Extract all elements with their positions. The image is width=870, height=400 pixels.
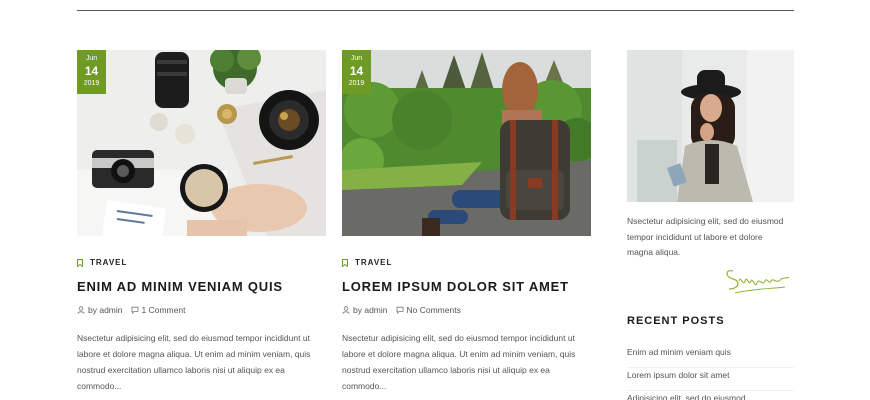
post-excerpt: Nsectetur adipisicing elit, sed do eiusm… (77, 330, 326, 394)
user-icon (77, 306, 85, 314)
excerpt-line: nostrud exercitation ullamco laboris nis… (77, 365, 285, 375)
date-month: Jun (350, 55, 363, 62)
woman-hat-image (627, 50, 794, 202)
date-day: 14 (349, 64, 364, 78)
coffee-camera-image (77, 50, 326, 236)
blog-post-card: Jun 14 2019 TRAVEL LOREM IPSUM DOLOR SIT… (342, 50, 591, 394)
post-excerpt: Nsectetur adipisicing elit, sed do eiusm… (342, 330, 591, 394)
hiker-backpack-image (342, 50, 591, 236)
excerpt-line: Nsectetur adipisicing elit, sed do eiusm… (342, 333, 575, 343)
bookmark-icon (77, 258, 83, 267)
about-author-photo (627, 50, 794, 202)
comment-icon (131, 306, 138, 314)
recent-posts-title: RECENT POSTS (627, 314, 725, 327)
signature (627, 263, 794, 297)
bookmark-icon (342, 258, 348, 267)
post-thumbnail-coffee-camera[interactable]: Jun 14 2019 (77, 50, 326, 236)
post-category[interactable]: TRAVEL (77, 258, 326, 267)
excerpt-line: labore et dolore magna aliqua. Ut enim a… (77, 349, 311, 359)
excerpt-line: commodo... (77, 381, 122, 391)
about-line: Nsectetur adipisicing elit, sed do eiusm… (627, 216, 784, 226)
post-thumbnail-hiker[interactable]: Jun 14 2019 (342, 50, 591, 236)
excerpt-line: Nsectetur adipisicing elit, sed do eiusm… (77, 333, 310, 343)
excerpt-line: nostrud exercitation ullamco laboris nis… (342, 365, 550, 375)
comment-icon (396, 306, 403, 314)
post-title[interactable]: LOREM IPSUM DOLOR SIT AMET (342, 279, 591, 294)
category-label: TRAVEL (90, 258, 128, 267)
post-category[interactable]: TRAVEL (342, 258, 591, 267)
post-author-link[interactable]: by admin (88, 305, 123, 315)
post-meta: by admin 1 Comment (77, 305, 326, 315)
recent-post-link[interactable]: Lorem ipsum dolor sit amet (627, 368, 794, 391)
signature-image (726, 269, 790, 293)
header-divider (77, 10, 794, 11)
excerpt-line: labore et dolore magna aliqua. Ut enim a… (342, 349, 576, 359)
post-comments-link[interactable]: No Comments (407, 305, 461, 315)
recent-post-link[interactable]: Enim ad minim veniam quis (627, 345, 794, 368)
about-text: Nsectetur adipisicing elit, sed do eiusm… (627, 214, 794, 261)
sidebar: Nsectetur adipisicing elit, sed do eiusm… (627, 50, 794, 400)
date-day: 14 (84, 64, 99, 78)
blog-post-card: Jun 14 2019 TRAVEL ENIM AD MINIM VENIAM … (77, 50, 326, 394)
post-title[interactable]: ENIM AD MINIM VENIAM QUIS (77, 279, 326, 294)
date-month: Jun (85, 55, 98, 62)
date-year: 2019 (83, 80, 100, 87)
post-meta: by admin No Comments (342, 305, 591, 315)
category-label: TRAVEL (355, 258, 393, 267)
about-line: tempor incididunt ut labore et dolore (627, 231, 763, 242)
post-date-badge: Jun 14 2019 (77, 50, 106, 94)
recent-posts-list: Enim ad minim veniam quis Lorem ipsum do… (627, 345, 794, 400)
post-author-link[interactable]: by admin (353, 305, 388, 315)
user-icon (342, 306, 350, 314)
date-year: 2019 (348, 80, 365, 87)
post-comments-link[interactable]: 1 Comment (142, 305, 186, 315)
recent-post-link[interactable]: Adipisicing elit, sed do eiusmod (627, 391, 794, 400)
excerpt-line: commodo... (342, 381, 387, 391)
about-line: magna aliqua. (627, 247, 681, 257)
post-date-badge: Jun 14 2019 (342, 50, 371, 94)
